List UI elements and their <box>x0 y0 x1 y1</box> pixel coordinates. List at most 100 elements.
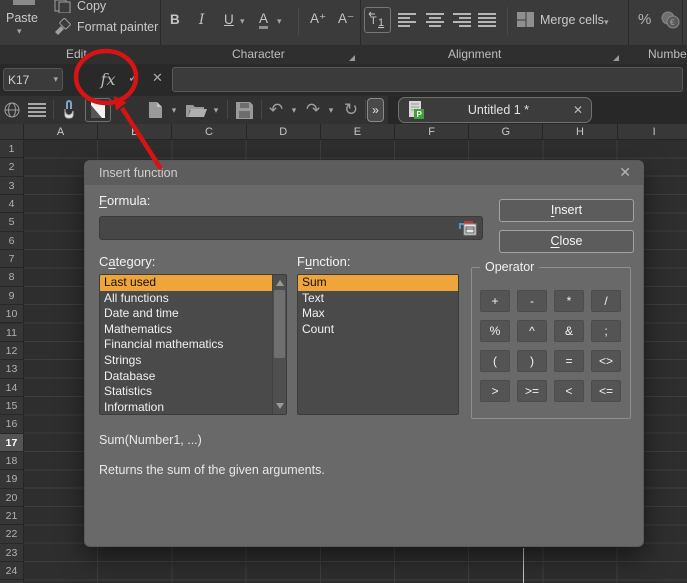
character-dialog-launcher-icon[interactable] <box>349 55 355 61</box>
category-item[interactable]: Date and time <box>100 306 272 322</box>
category-scrollbar[interactable] <box>272 275 286 414</box>
align-right-icon[interactable] <box>453 13 472 28</box>
currency-format-icon[interactable]: € <box>660 10 682 30</box>
function-list[interactable]: SumTextMaxCount <box>297 274 459 415</box>
operator-button[interactable]: > <box>480 380 510 402</box>
column-header-D[interactable]: D <box>247 124 321 140</box>
row-header-17[interactable]: 17 <box>0 434 24 452</box>
operator-button[interactable]: * <box>554 290 584 312</box>
category-item[interactable]: Database <box>100 369 272 385</box>
row-header-21[interactable]: 21 <box>0 507 24 525</box>
operator-button[interactable]: >= <box>517 380 547 402</box>
operator-button[interactable]: = <box>554 350 584 372</box>
scroll-up-icon[interactable] <box>276 280 284 286</box>
align-center-icon[interactable] <box>426 13 445 28</box>
operator-button[interactable]: ) <box>517 350 547 372</box>
close-button[interactable]: Close <box>499 230 634 253</box>
undo-dropdown-icon[interactable]: ▾ <box>288 99 300 121</box>
column-header-H[interactable]: H <box>543 124 617 140</box>
redo-dropdown-icon[interactable]: ▾ <box>325 99 337 121</box>
scrollbar-thumb[interactable] <box>274 290 285 358</box>
column-header-G[interactable]: G <box>469 124 543 140</box>
copy-button[interactable]: Copy <box>77 0 106 13</box>
name-box-dropdown-icon[interactable]: ▾ <box>53 74 58 85</box>
dialog-close-icon[interactable]: ✕ <box>619 164 631 181</box>
open-folder-icon[interactable] <box>184 99 208 121</box>
font-color-dropdown-icon[interactable]: ▾ <box>277 16 282 27</box>
repeat-icon[interactable]: ↻ <box>341 99 361 121</box>
category-item[interactable]: Mathematics <box>100 322 272 338</box>
cell-reference-box[interactable]: K17 ▾ <box>3 68 63 91</box>
row-header-13[interactable]: 13 <box>0 360 24 378</box>
operator-button[interactable]: ( <box>480 350 510 372</box>
text-orientation-button[interactable]: T1 <box>364 7 391 33</box>
insert-button[interactable]: Insert <box>499 199 634 222</box>
row-header-16[interactable]: 16 <box>0 415 24 433</box>
column-header-A[interactable]: A <box>24 124 98 140</box>
row-header-20[interactable]: 20 <box>0 489 24 507</box>
category-item[interactable]: Strings <box>100 353 272 369</box>
operator-button[interactable]: + <box>480 290 510 312</box>
scroll-down-icon[interactable] <box>276 403 284 409</box>
alignment-dialog-launcher-icon[interactable] <box>613 55 619 61</box>
row-header-4[interactable]: 4 <box>0 195 24 213</box>
row-header-14[interactable]: 14 <box>0 379 24 397</box>
tab-close-icon[interactable]: ✕ <box>573 103 583 117</box>
operator-button[interactable]: <> <box>591 350 621 372</box>
row-header-12[interactable]: 12 <box>0 342 24 360</box>
row-header-9[interactable]: 9 <box>0 287 24 305</box>
format-painter-icon[interactable] <box>53 18 73 35</box>
row-header-7[interactable]: 7 <box>0 250 24 268</box>
select-all-corner[interactable] <box>0 124 24 140</box>
operator-button[interactable]: <= <box>591 380 621 402</box>
dialog-formula-input[interactable] <box>99 216 483 240</box>
dialog-title[interactable]: Insert function <box>85 161 643 185</box>
redo-icon[interactable]: ↷ <box>303 99 323 121</box>
column-header-I[interactable]: I <box>618 124 687 140</box>
column-header-F[interactable]: F <box>395 124 469 140</box>
operator-button[interactable]: / <box>591 290 621 312</box>
toolbar-overflow-icon[interactable]: » <box>367 98 384 122</box>
cancel-entry-icon[interactable]: ✕ <box>152 70 163 86</box>
web-icon[interactable] <box>2 99 22 121</box>
undo-icon[interactable]: ↶ <box>266 99 286 121</box>
row-header-2[interactable]: 2 <box>0 158 24 176</box>
new-document-dropdown-icon[interactable]: ▾ <box>168 99 180 121</box>
save-icon[interactable] <box>233 99 255 121</box>
function-item[interactable]: Count <box>298 322 458 338</box>
grow-font-button[interactable]: A⁺ <box>310 11 326 27</box>
function-item[interactable]: Sum <box>298 275 458 291</box>
shrink-font-button[interactable]: A⁻ <box>338 11 354 27</box>
category-list[interactable]: Last usedAll functionsDate and timeMathe… <box>99 274 287 415</box>
row-header-1[interactable]: 1 <box>0 140 24 158</box>
confirm-entry-icon[interactable]: ✓ <box>128 70 139 86</box>
category-item[interactable]: Financial mathematics <box>100 337 272 353</box>
sidebar-toggle-icon[interactable] <box>85 98 111 122</box>
category-item[interactable]: All functions <box>100 291 272 307</box>
category-item[interactable]: Last used <box>100 275 272 291</box>
operator-button[interactable]: ^ <box>517 320 547 342</box>
open-dropdown-icon[interactable]: ▾ <box>210 99 222 121</box>
column-header-B[interactable]: B <box>98 124 172 140</box>
row-header-10[interactable]: 10 <box>0 305 24 323</box>
row-header-5[interactable]: 5 <box>0 213 24 231</box>
insert-function-button[interactable]: fx <box>92 68 124 92</box>
format-painter-button[interactable]: Format painter <box>77 20 158 34</box>
merge-cells-dropdown-icon[interactable]: ▾ <box>604 17 609 28</box>
function-item[interactable]: Max <box>298 306 458 322</box>
align-left-icon[interactable] <box>398 13 417 28</box>
operator-button[interactable]: ; <box>591 320 621 342</box>
underline-dropdown-icon[interactable]: ▾ <box>240 16 245 27</box>
underline-button[interactable]: U <box>224 12 234 27</box>
touch-mode-icon[interactable] <box>58 99 80 121</box>
operator-button[interactable]: % <box>480 320 510 342</box>
row-header-24[interactable]: 24 <box>0 562 24 580</box>
paste-button[interactable]: Paste <box>6 11 38 25</box>
merge-cells-button[interactable]: Merge cells <box>540 13 604 27</box>
document-tab[interactable]: P Untitled 1 * ✕ <box>398 97 592 123</box>
row-header-19[interactable]: 19 <box>0 470 24 488</box>
row-header-23[interactable]: 23 <box>0 544 24 562</box>
row-header-18[interactable]: 18 <box>0 452 24 470</box>
row-header-3[interactable]: 3 <box>0 177 24 195</box>
align-justify-icon[interactable] <box>478 13 497 28</box>
